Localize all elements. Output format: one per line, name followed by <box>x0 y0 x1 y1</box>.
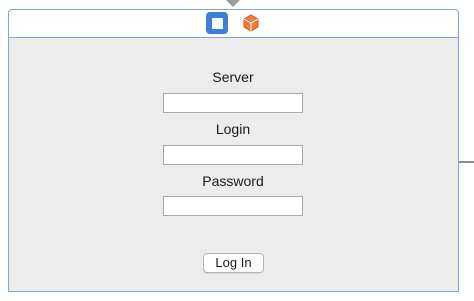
cube-icon[interactable] <box>243 14 259 32</box>
password-label: Password <box>202 173 264 189</box>
storyboard-canvas: Server Login Password Log In <box>0 0 474 301</box>
view-controller-icon-inner <box>211 17 223 29</box>
scene-dock[interactable] <box>8 9 459 37</box>
login-field[interactable] <box>163 145 303 165</box>
log-in-button[interactable]: Log In <box>203 253 264 273</box>
server-field[interactable] <box>163 93 303 113</box>
password-field[interactable] <box>163 196 303 216</box>
segue-arrow-icon <box>226 0 240 7</box>
server-label: Server <box>212 69 254 85</box>
segue-connector <box>459 161 474 163</box>
view-controller-icon[interactable] <box>206 12 228 34</box>
login-label: Login <box>215 121 251 137</box>
